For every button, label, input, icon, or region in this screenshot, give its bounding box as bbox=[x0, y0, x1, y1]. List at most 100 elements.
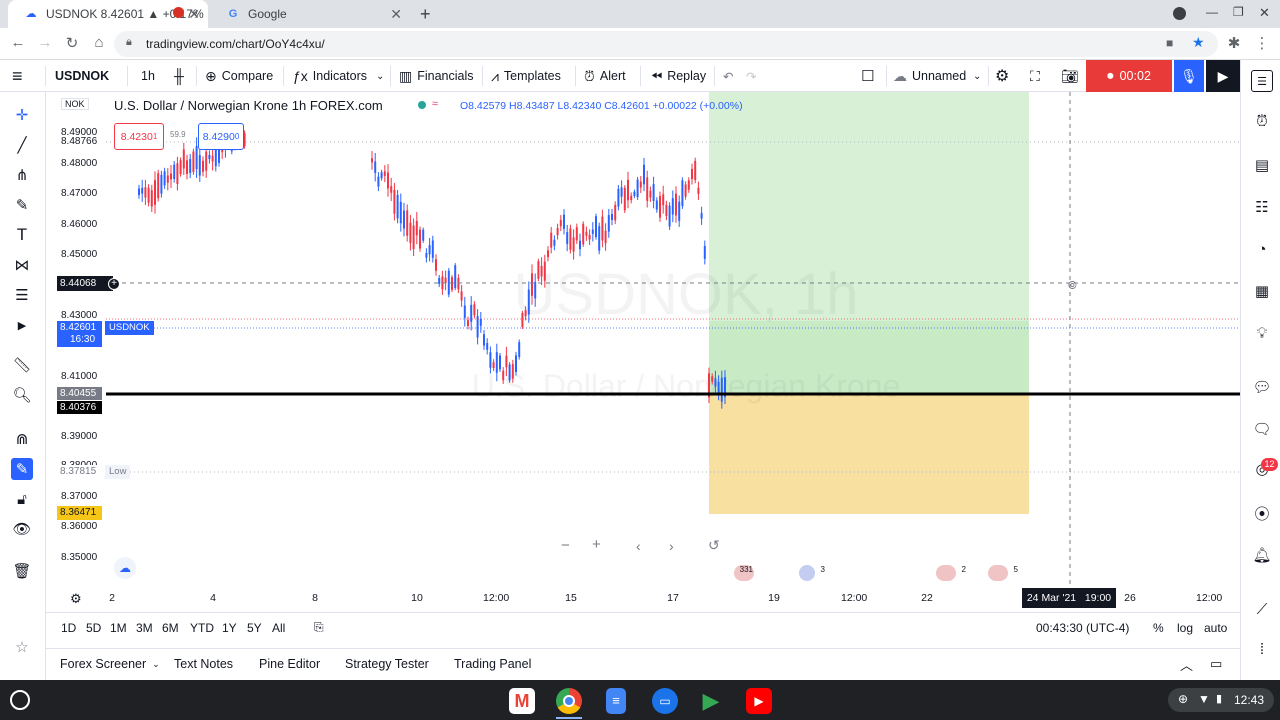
camera-permission-icon[interactable]: ■ bbox=[1166, 36, 1173, 50]
trash-icon[interactable]: 🗑︎ bbox=[11, 560, 33, 582]
percent-toggle[interactable]: % bbox=[1153, 621, 1164, 635]
layout-button[interactable]: ☁ Unnamed bbox=[893, 60, 966, 92]
chevron-down-icon[interactable]: ⌄ bbox=[376, 60, 384, 92]
zoom-in-icon[interactable]: 🔍︎ bbox=[11, 384, 33, 406]
stay-in-drawing-mode-icon[interactable]: ✎ bbox=[11, 458, 33, 480]
youtube-icon[interactable]: ▶ bbox=[746, 688, 772, 714]
crosshair-icon[interactable]: ✛ bbox=[11, 104, 33, 126]
tab-search-icon[interactable] bbox=[1173, 7, 1186, 20]
data-window-icon[interactable]: ▤ bbox=[1251, 154, 1273, 176]
fib-tool-icon[interactable]: ⋔ bbox=[11, 164, 33, 186]
range-button-1y[interactable]: 1Y bbox=[222, 621, 237, 635]
bookmark-star-icon[interactable]: ★ bbox=[1192, 34, 1205, 51]
eye-icon[interactable]: 👁︎ bbox=[11, 518, 33, 540]
collapse-panel-icon[interactable]: ︿ bbox=[1180, 649, 1193, 679]
new-tab-icon[interactable]: + bbox=[420, 4, 431, 25]
text-tool-icon[interactable]: T bbox=[11, 224, 33, 246]
us-flag-event-icon[interactable]: 3 bbox=[799, 565, 825, 581]
range-button-3m[interactable]: 3M bbox=[136, 621, 153, 635]
favorites-star-icon[interactable]: ☆ bbox=[11, 636, 33, 658]
messages-app-icon[interactable]: ▭ bbox=[652, 688, 678, 714]
tab-strategy-tester[interactable]: Strategy Tester bbox=[345, 649, 429, 679]
docs-icon[interactable]: ≡ bbox=[606, 688, 626, 714]
ruler-icon[interactable]: 📏︎ bbox=[11, 354, 33, 376]
range-button-ytd[interactable]: YTD bbox=[190, 621, 214, 635]
video-camera-icon[interactable]: ▶︎ bbox=[1206, 60, 1240, 92]
chrome-icon[interactable] bbox=[556, 688, 582, 714]
menu-hamburger-icon[interactable]: ≡ bbox=[12, 60, 23, 92]
lock-drawings-icon[interactable]: 🔓︎ bbox=[11, 488, 33, 510]
calendar-clock-icon[interactable]: ◔ bbox=[1251, 238, 1273, 260]
menu-dots-icon[interactable]: ⋮ bbox=[1252, 34, 1272, 52]
add-alert-plus-icon[interactable]: + bbox=[108, 278, 120, 290]
layout-chevron-down-icon[interactable]: ⌄ bbox=[973, 60, 981, 92]
pattern-icon[interactable]: ⋈ bbox=[11, 254, 33, 276]
time-scale[interactable]: ⚙ 2 4 8 10 12:00 15 17 19 12:00 22 26 12:00 24 Mar … bbox=[46, 588, 1240, 610]
range-button-1m[interactable]: 1M bbox=[110, 621, 127, 635]
url-text[interactable]: tradingview.com/chart/OoY4c4xu/ bbox=[146, 37, 325, 51]
us-flag-event-icon[interactable]: 2 bbox=[936, 565, 966, 581]
close-tab-icon[interactable]: ✕ bbox=[188, 6, 200, 23]
auto-toggle[interactable]: auto bbox=[1204, 621, 1227, 635]
trend-line-icon[interactable]: ╱ bbox=[11, 134, 33, 156]
tradingview-logo-icon[interactable]: ☁ bbox=[114, 557, 136, 579]
icons-tool-icon[interactable]: ▶ bbox=[11, 314, 33, 336]
tab-trading-panel[interactable]: Trading Panel bbox=[454, 649, 531, 679]
settings-gear-icon[interactable]: ⚙ bbox=[995, 60, 1009, 92]
buy-button[interactable]: 8.4290 0 bbox=[198, 123, 244, 150]
interval-button[interactable]: 1h bbox=[141, 60, 155, 92]
chart-pane[interactable]: USDNOK, 1h U.S. Dollar / Norwegian Krone… bbox=[46, 92, 1240, 588]
reset-chart-icon[interactable]: ↺ bbox=[708, 537, 720, 554]
omnibox[interactable]: 🔒︎ tradingview.com/chart/OoY4c4xu/ ■ ★ bbox=[114, 31, 1218, 57]
status-tray[interactable]: ⊕ ▼ ▮ 12:43 bbox=[1168, 688, 1274, 712]
watchlist-icon[interactable]: ☰ bbox=[1251, 70, 1273, 92]
dom-icon[interactable]: ⁞ bbox=[1251, 638, 1273, 660]
us-flag-event-icon[interactable]: 331 bbox=[734, 565, 754, 581]
home-icon[interactable]: ⌂ bbox=[89, 34, 109, 51]
chats-icon[interactable]: 💬︎ bbox=[1251, 376, 1273, 398]
undo-icon[interactable]: ↶ bbox=[723, 60, 733, 92]
tab-pine-editor[interactable]: Pine Editor bbox=[259, 649, 320, 679]
close-tab-icon[interactable]: ✕ bbox=[390, 6, 402, 23]
range-button-5d[interactable]: 5D bbox=[86, 621, 101, 635]
screenshot-camera-icon[interactable]: 📷︎ bbox=[1061, 60, 1079, 92]
extensions-icon[interactable]: ✱ bbox=[1224, 34, 1244, 52]
zoom-in-nav-icon[interactable]: + bbox=[592, 536, 601, 553]
hotlists-icon[interactable]: ☷ bbox=[1251, 196, 1273, 218]
messages-icon[interactable]: 🗨︎ bbox=[1251, 418, 1273, 440]
fullscreen-selection-icon[interactable]: ☐ bbox=[861, 60, 874, 92]
scroll-left-icon[interactable]: ‹ bbox=[636, 538, 641, 554]
compare-button[interactable]: ⊕ Compare bbox=[205, 60, 273, 92]
redo-icon[interactable]: ↷ bbox=[746, 60, 756, 92]
range-button-1d[interactable]: 1D bbox=[61, 621, 76, 635]
microphone-icon[interactable]: 🎙︎ bbox=[1174, 60, 1204, 92]
restore-icon[interactable]: ❐ bbox=[1233, 5, 1244, 19]
close-window-icon[interactable]: ✕ bbox=[1259, 5, 1270, 21]
scroll-right-icon[interactable]: › bbox=[669, 538, 674, 554]
browser-tab-tradingview[interactable]: ☁ USDNOK 8.42601 ▲ +0.17% ✕ bbox=[8, 0, 208, 28]
range-button-all[interactable]: All bbox=[272, 621, 285, 635]
tab-forex-screener[interactable]: Forex Screener ⌄ bbox=[60, 649, 160, 679]
financials-button[interactable]: ▥ Financials bbox=[399, 60, 474, 92]
record-button[interactable]: ⏺︎ 00:02 bbox=[1086, 60, 1172, 92]
reload-icon[interactable]: ↻ bbox=[62, 34, 82, 52]
minimize-icon[interactable]: — bbox=[1206, 5, 1218, 19]
chart-canvas[interactable]: USDNOK, 1h U.S. Dollar / Norwegian Krone bbox=[46, 92, 1240, 588]
range-button-5y[interactable]: 5Y bbox=[247, 621, 262, 635]
fullscreen-icon[interactable]: ⛶ bbox=[1030, 60, 1040, 92]
back-icon[interactable]: ← bbox=[8, 34, 28, 51]
sell-button[interactable]: 8.4230 1 bbox=[114, 123, 164, 150]
brush-icon[interactable]: ✎ bbox=[11, 194, 33, 216]
trend-icon[interactable]: ⟋ bbox=[1251, 598, 1273, 620]
alert-button[interactable]: ⏰︎ Alert bbox=[584, 60, 626, 92]
gmail-icon[interactable]: M bbox=[509, 688, 535, 714]
launcher-icon[interactable] bbox=[10, 690, 30, 710]
alerts-clock-icon[interactable]: ⏰︎ bbox=[1251, 110, 1273, 132]
tab-text-notes[interactable]: Text Notes bbox=[174, 649, 233, 679]
chart-settings-gear-icon[interactable]: ⚙ bbox=[70, 591, 82, 607]
prediction-icon[interactable]: ☰ bbox=[11, 284, 33, 306]
play-store-icon[interactable]: ▶ bbox=[698, 688, 724, 714]
streams-icon[interactable]: ⦿ bbox=[1251, 502, 1273, 524]
bell-icon[interactable]: 🔔︎ bbox=[1251, 544, 1273, 566]
calendar-icon[interactable]: ▦ bbox=[1251, 280, 1273, 302]
